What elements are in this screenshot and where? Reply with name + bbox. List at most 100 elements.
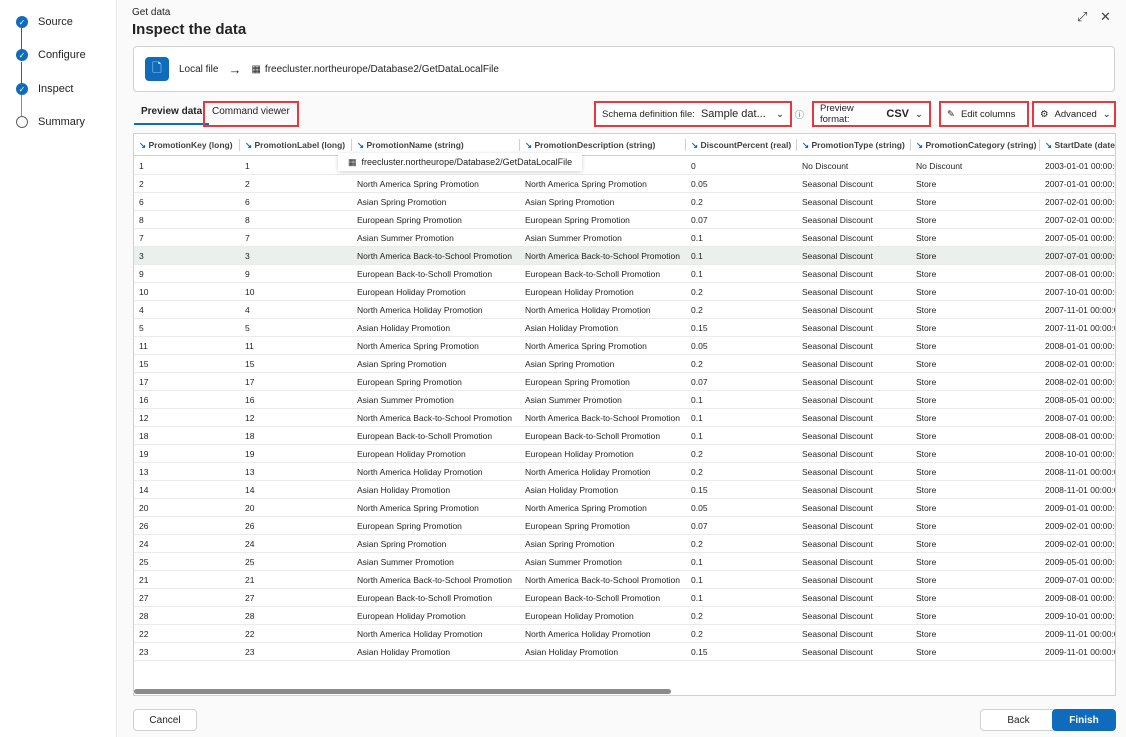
- column-divider[interactable]: [796, 139, 797, 151]
- table-row[interactable]: 21 21 North America Back-to-School Promoti…: [134, 571, 1115, 589]
- table-row[interactable]: 18 18 European Back-to-Scholl Promotion Eur…: [134, 427, 1115, 445]
- table-cell: Asian Spring Promotion: [525, 539, 615, 549]
- step-configure[interactable]: ✓ Configure: [16, 45, 86, 65]
- column-divider[interactable]: [910, 139, 911, 151]
- table-row[interactable]: 19 19 European Holiday Promotion European H…: [134, 445, 1115, 463]
- edit-columns-button[interactable]: ✎ Edit columns: [939, 101, 1029, 127]
- table-cell: European Holiday Promotion: [357, 449, 466, 459]
- tab-command-viewer[interactable]: Command viewer: [203, 101, 299, 127]
- table-icon: ▦: [348, 156, 357, 167]
- table-row[interactable]: 22 22 North America Holiday Promotion North…: [134, 625, 1115, 643]
- column-divider[interactable]: [239, 139, 240, 151]
- table-cell: Asian Summer Promotion: [525, 395, 622, 405]
- table-cell: 17: [139, 377, 149, 387]
- table-cell: North America Holiday Promotion: [525, 467, 651, 477]
- info-icon[interactable]: ⓘ: [795, 108, 804, 121]
- pencil-icon: ✎: [947, 108, 955, 120]
- table-cell: 2008-01-01 00:00:00: [1045, 341, 1115, 351]
- table-cell: Store: [916, 431, 937, 441]
- table-cell: 8: [139, 215, 144, 225]
- column-header[interactable]: ↘ PromotionType (string): [802, 140, 912, 151]
- tab-preview-data[interactable]: Preview data: [134, 103, 210, 125]
- table-cell: 2009-10-01 00:00:00: [1045, 611, 1115, 621]
- step-source[interactable]: ✓ Source: [16, 12, 73, 32]
- table-row[interactable]: 10 10 European Holiday Promotion European H…: [134, 283, 1115, 301]
- column-divider[interactable]: [351, 139, 352, 151]
- table-cell: Asian Holiday Promotion: [525, 323, 619, 333]
- table-row[interactable]: 9 9 European Back-to-Scholl Promotion Europ…: [134, 265, 1115, 283]
- table-row[interactable]: 28 28 European Holiday Promotion European H…: [134, 607, 1115, 625]
- column-divider[interactable]: [685, 139, 686, 151]
- advanced-button[interactable]: ⚙ Advanced ⌄: [1032, 101, 1116, 127]
- table-row[interactable]: 16 16 Asian Summer Promotion Asian Summer P…: [134, 391, 1115, 409]
- table-cell: 4: [245, 305, 250, 315]
- table-row[interactable]: 12 12 North America Back-to-School Promoti…: [134, 409, 1115, 427]
- table-row[interactable]: 26 26 European Spring Promotion European Sp…: [134, 517, 1115, 535]
- table-row[interactable]: 15 15 Asian Spring Promotion Asian Spring P…: [134, 355, 1115, 373]
- table-cell: Store: [916, 251, 937, 261]
- table-cell: 21: [245, 575, 255, 585]
- finish-button[interactable]: Finish: [1052, 709, 1116, 731]
- check-icon: ✓: [16, 49, 28, 61]
- chevron-down-icon: ⌄: [776, 108, 784, 120]
- table-row[interactable]: 20 20 North America Spring Promotion North …: [134, 499, 1115, 517]
- table-cell: 2003-01-01 00:00:00: [1045, 161, 1115, 171]
- table-row[interactable]: 23 23 Asian Holiday Promotion Asian Holiday…: [134, 643, 1115, 661]
- table-row[interactable]: 7 7 Asian Summer Promotion Asian Summer Pro…: [134, 229, 1115, 247]
- table-row[interactable]: 13 13 North America Holiday Promotion North…: [134, 463, 1115, 481]
- table-row[interactable]: 17 17 European Spring Promotion European Sp…: [134, 373, 1115, 391]
- table-cell: 25: [245, 557, 255, 567]
- step-inspect[interactable]: ✓ Inspect: [16, 79, 73, 99]
- table-row[interactable]: 3 3 North America Back-to-School Promotion…: [134, 247, 1115, 265]
- close-icon[interactable]: ✕: [1100, 9, 1111, 25]
- table-row[interactable]: 1 1 0 No Discount No Discount 2003-01-01 00:0…: [134, 157, 1115, 175]
- table-row[interactable]: 2 2 North America Spring Promotion North Am…: [134, 175, 1115, 193]
- table-cell: 0: [691, 161, 696, 171]
- column-header[interactable]: ↘ DiscountPercent (real): [691, 140, 799, 151]
- table-cell: Asian Spring Promotion: [525, 359, 615, 369]
- table-cell: 2009-02-01 00:00:00: [1045, 521, 1115, 531]
- column-header[interactable]: ↘ PromotionLabel (long): [245, 140, 355, 151]
- table-cell: 0.15: [691, 323, 708, 333]
- column-divider[interactable]: [519, 139, 520, 151]
- table-cell: 2008-10-01 00:00:00: [1045, 449, 1115, 459]
- table-cell: 0.2: [691, 449, 703, 459]
- column-header-label: PromotionCategory (string): [925, 140, 1037, 150]
- table-cell: Asian Summer Promotion: [357, 233, 454, 243]
- column-divider[interactable]: [1039, 139, 1040, 151]
- table-row[interactable]: 8 8 European Spring Promotion European Spri…: [134, 211, 1115, 229]
- schema-definition-dropdown[interactable]: Schema definition file: Sample dat... ⌄: [594, 101, 792, 127]
- table-cell: 24: [139, 539, 149, 549]
- table-row[interactable]: 11 11 North America Spring Promotion North …: [134, 337, 1115, 355]
- step-label: Summary: [38, 116, 86, 128]
- table-cell: North America Back-to-School Promotion: [357, 575, 512, 585]
- table-row[interactable]: 4 4 North America Holiday Promotion North A…: [134, 301, 1115, 319]
- horizontal-scrollbar[interactable]: [134, 689, 671, 694]
- column-header[interactable]: ↘ StartDate (datetime): [1045, 140, 1115, 151]
- table-cell: 20: [245, 503, 255, 513]
- column-header[interactable]: ↘ PromotionDescription (string): [525, 140, 687, 151]
- back-button[interactable]: Back: [980, 709, 1057, 731]
- expand-icon[interactable]: ⤢: [1077, 9, 1087, 25]
- table-cell: Seasonal Discount: [802, 305, 873, 315]
- table-row[interactable]: 24 24 Asian Spring Promotion Asian Spring P…: [134, 535, 1115, 553]
- column-header[interactable]: ↘ PromotionCategory (string): [916, 140, 1041, 151]
- table-row[interactable]: 6 6 Asian Spring Promotion Asian Spring Pro…: [134, 193, 1115, 211]
- table-header: ↘ PromotionKey (long) ↘ PromotionLabel (l…: [134, 134, 1115, 156]
- table-cell: Store: [916, 539, 937, 549]
- table-row[interactable]: 27 27 European Back-to-Scholl Promotion Eur…: [134, 589, 1115, 607]
- table-row[interactable]: 14 14 Asian Holiday Promotion Asian Holiday…: [134, 481, 1115, 499]
- table-cell: Asian Holiday Promotion: [525, 647, 619, 657]
- chevron-down-icon: ⌄: [1102, 108, 1111, 120]
- table-cell: 0.05: [691, 503, 708, 513]
- preview-format-dropdown[interactable]: Preview format: CSV ⌄: [812, 101, 931, 127]
- table-cell: 6: [245, 197, 250, 207]
- table-row[interactable]: 25 25 Asian Summer Promotion Asian Summer P…: [134, 553, 1115, 571]
- table-cell: Asian Spring Promotion: [525, 197, 615, 207]
- column-header[interactable]: ↘ PromotionName (string): [357, 140, 522, 151]
- table-row[interactable]: 5 5 Asian Holiday Promotion Asian Holiday P…: [134, 319, 1115, 337]
- cancel-button[interactable]: Cancel: [133, 709, 197, 731]
- column-header[interactable]: ↘ PromotionKey (long): [139, 140, 239, 151]
- table-cell: Store: [916, 179, 937, 189]
- step-summary[interactable]: Summary: [16, 112, 85, 132]
